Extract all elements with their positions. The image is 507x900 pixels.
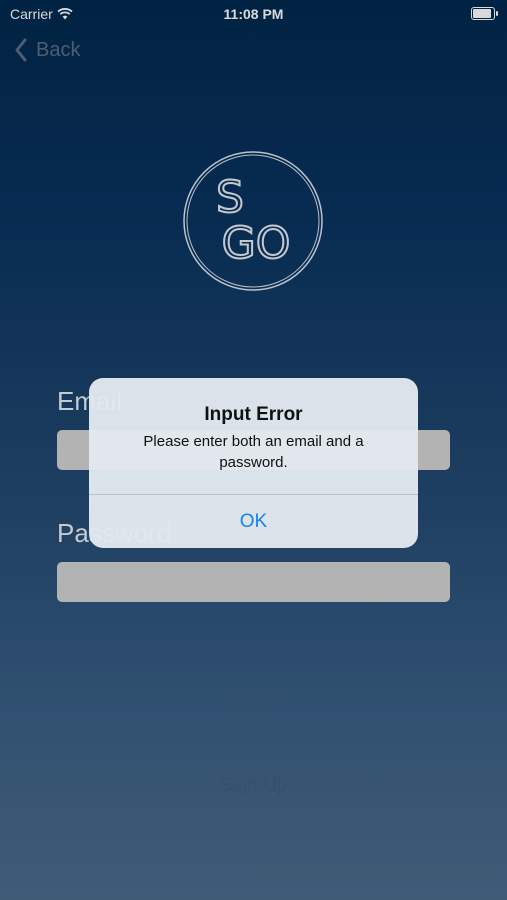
- alert-title: Input Error: [204, 404, 303, 425]
- alert-ok-button[interactable]: OK: [89, 495, 418, 548]
- alert-dialog: Input Error Please enter both an email a…: [89, 378, 418, 548]
- alert-message: Please enter both an email and a passwor…: [143, 433, 364, 471]
